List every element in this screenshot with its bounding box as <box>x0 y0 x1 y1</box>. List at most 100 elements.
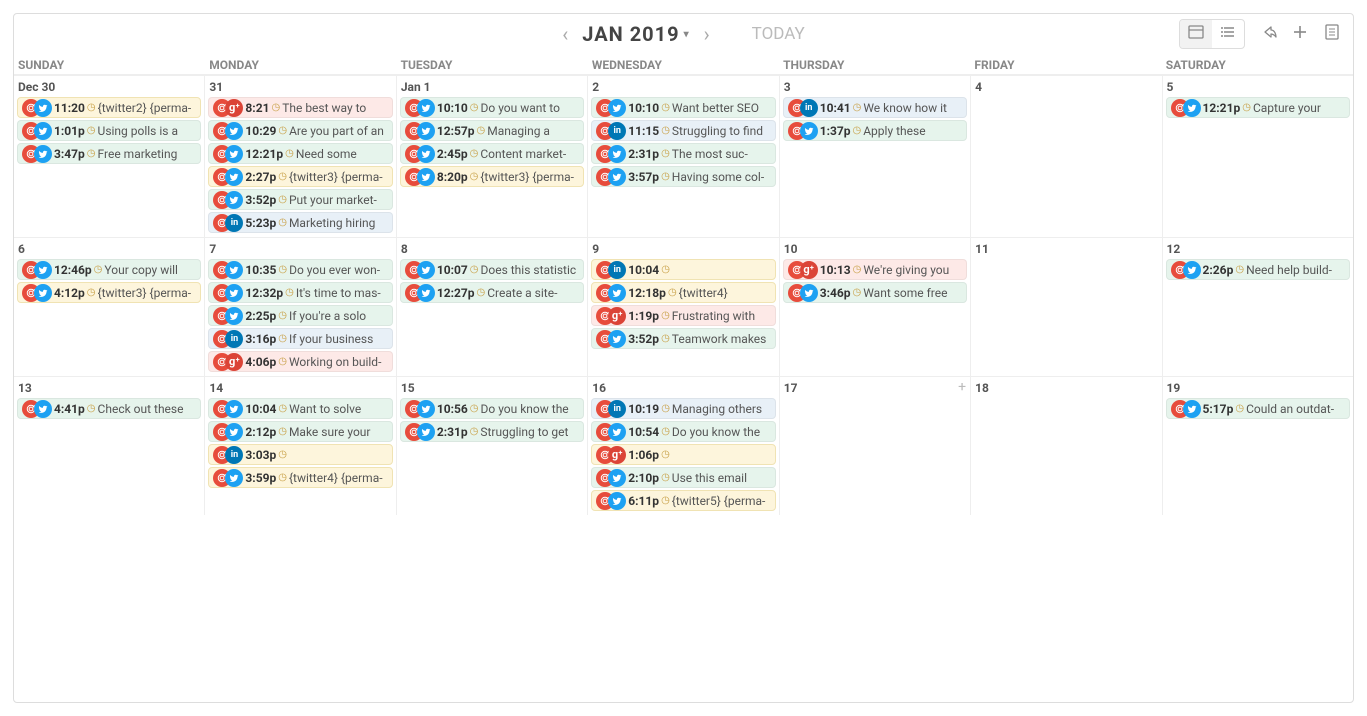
day-cell[interactable]: 9in10:04◷12:18p◷{twitter4}g⁺1:19p◷Frustr… <box>587 238 778 376</box>
calendar-event[interactable]: 10:10◷Do you want to <box>400 97 584 118</box>
event-title: Put your market- <box>289 193 388 207</box>
calendar-event[interactable]: 5:17p◷Could an outdat- <box>1166 398 1350 419</box>
event-title: Want to solve <box>289 402 388 416</box>
calendar-event[interactable]: 12:32p◷It's time to mas- <box>208 282 392 303</box>
clock-icon: ◷ <box>278 472 287 483</box>
clock-icon: ◷ <box>470 426 479 437</box>
day-cell[interactable]: 710:35◷Do you ever won-12:32p◷It's time … <box>204 238 395 376</box>
calendar-event[interactable]: 10:56◷Do you know the <box>400 398 584 419</box>
calendar-event[interactable]: 11:20◷{twitter2} {perma- <box>17 97 201 118</box>
day-cell[interactable]: 1510:56◷Do you know the2:31p◷Struggling … <box>396 377 587 515</box>
today-button[interactable]: TODAY <box>752 24 805 44</box>
day-cell[interactable]: 18 <box>970 377 1161 515</box>
calendar-event[interactable]: 2:10p◷Use this email <box>591 467 775 488</box>
calendar-event[interactable]: g⁺8:21◷The best way to <box>208 97 392 118</box>
twitter-icon <box>800 122 818 140</box>
calendar-event[interactable]: g⁺1:19p◷Frustrating with <box>591 305 775 326</box>
calendar-event[interactable]: 3:59p◷{twitter4} {perma- <box>208 467 392 488</box>
event-title: If your business <box>289 332 388 346</box>
calendar-event[interactable]: in11:15◷Struggling to find <box>591 120 775 141</box>
list-view-button[interactable] <box>1212 20 1244 48</box>
day-cell[interactable]: Jan 110:10◷Do you want to12:57p◷Managing… <box>396 76 587 237</box>
event-title: Content market- <box>480 147 579 161</box>
calendar-event[interactable]: 12:21p◷Need some <box>208 143 392 164</box>
day-cell[interactable]: 31g⁺8:21◷The best way to10:29◷Are you pa… <box>204 76 395 237</box>
calendar-event[interactable]: g⁺1:06p◷ <box>591 444 775 465</box>
calendar-event[interactable]: in5:23p◷Marketing hiring <box>208 212 392 233</box>
event-title: The best way to <box>282 101 388 115</box>
day-cell[interactable]: 17+ <box>779 377 970 515</box>
prev-month-button[interactable]: ‹ <box>562 22 568 46</box>
calendar-event[interactable]: 6:11p◷{twitter5} {perma- <box>591 490 775 511</box>
day-cell[interactable]: 134:41p◷Check out these <box>14 377 204 515</box>
event-icons <box>405 423 435 441</box>
calendar-event[interactable]: 10:07◷Does this statistic <box>400 259 584 280</box>
calendar-event[interactable]: 3:52p◷Put your market- <box>208 189 392 210</box>
add-event-icon[interactable]: + <box>958 379 966 395</box>
day-cell[interactable]: 3in10:41◷We know how it1:37p◷Apply these <box>779 76 970 237</box>
day-number: 8 <box>397 240 587 257</box>
doc-button[interactable] <box>1323 23 1341 46</box>
next-month-button[interactable]: › <box>704 22 710 46</box>
calendar-event[interactable]: 10:54◷Do you know the <box>591 421 775 442</box>
calendar-event[interactable]: 4:12p◷{twitter3} {perma- <box>17 282 201 303</box>
calendar-event[interactable]: 12:18p◷{twitter4} <box>591 282 775 303</box>
event-icons <box>1171 400 1201 418</box>
event-title: {twitter3} {perma- <box>289 170 388 184</box>
calendar-event[interactable]: in10:41◷We know how it <box>783 97 967 118</box>
day-cell[interactable]: 8 10:07◷Does this statistic12:27p◷Create … <box>396 238 587 376</box>
calendar-event[interactable]: in3:16p◷If your business <box>208 328 392 349</box>
day-cell[interactable]: 16in10:19◷Managing others10:54◷Do you kn… <box>587 377 778 515</box>
day-cell[interactable]: 512:21p◷Capture your <box>1162 76 1353 237</box>
clock-icon: ◷ <box>661 102 670 113</box>
calendar-event[interactable]: 1:37p◷Apply these <box>783 120 967 141</box>
calendar-event[interactable]: 3:46p◷Want some free <box>783 282 967 303</box>
calendar-event[interactable]: 2:31p◷The most suc- <box>591 143 775 164</box>
calendar-event[interactable]: 10:29◷Are you part of an <box>208 120 392 141</box>
day-cell[interactable]: 122:26p◷Need help build- <box>1162 238 1353 376</box>
calendar-event[interactable]: 3:52p◷Teamwork makes <box>591 328 775 349</box>
clock-icon: ◷ <box>87 148 96 159</box>
day-cell[interactable]: 210:10◷Want better SEOin11:15◷Struggling… <box>587 76 778 237</box>
month-picker[interactable]: JAN 2019 ▾ <box>582 22 689 46</box>
calendar-event[interactable]: 2:27p◷{twitter3} {perma- <box>208 166 392 187</box>
calendar-event[interactable]: 3:57p◷Having some col- <box>591 166 775 187</box>
day-cell[interactable]: 195:17p◷Could an outdat- <box>1162 377 1353 515</box>
calendar-event[interactable]: 10:35◷Do you ever won- <box>208 259 392 280</box>
calendar-event[interactable]: 12:21p◷Capture your <box>1166 97 1350 118</box>
day-cell[interactable]: Dec 3011:20◷{twitter2} {perma-1:01p◷Usin… <box>14 76 204 237</box>
day-cell[interactable]: 4 <box>970 76 1161 237</box>
calendar-event[interactable]: 1:01p◷Using polls is a <box>17 120 201 141</box>
calendar-event[interactable]: 4:41p◷Check out these <box>17 398 201 419</box>
calendar-event[interactable]: 10:04◷Want to solve <box>208 398 392 419</box>
event-icons <box>788 284 818 302</box>
calendar-event[interactable]: 8:20p◷{twitter3} {perma- <box>400 166 584 187</box>
calendar-event[interactable]: g⁺4:06p◷Working on build- <box>208 351 392 372</box>
event-time: 11:20 <box>54 101 85 115</box>
calendar-event[interactable]: 12:27p◷Create a site- <box>400 282 584 303</box>
calendar-event[interactable]: 2:31p◷Struggling to get <box>400 421 584 442</box>
day-cell[interactable]: 612:46p◷Your copy will4:12p◷{twitter3} {… <box>14 238 204 376</box>
calendar-event[interactable]: in10:04◷ <box>591 259 775 280</box>
calendar-event[interactable]: 2:25p◷If you're a solo <box>208 305 392 326</box>
day-cell[interactable]: 11 <box>970 238 1161 376</box>
event-title: It's time to mas- <box>296 286 388 300</box>
share-button[interactable] <box>1259 23 1277 46</box>
calendar-event[interactable]: 2:12p◷Make sure your <box>208 421 392 442</box>
calendar-view-button[interactable] <box>1180 20 1212 48</box>
calendar-event[interactable]: g⁺10:13◷We're giving you <box>783 259 967 280</box>
day-cell[interactable]: 1410:04◷Want to solve2:12p◷Make sure you… <box>204 377 395 515</box>
day-cell[interactable]: 10g⁺10:13◷We're giving you3:46p◷Want som… <box>779 238 970 376</box>
twitter-icon <box>225 284 243 302</box>
calendar-event[interactable]: 12:46p◷Your copy will <box>17 259 201 280</box>
twitter-icon <box>608 492 626 510</box>
calendar-event[interactable]: 2:45p◷Content market- <box>400 143 584 164</box>
calendar-event[interactable]: in3:03p◷ <box>208 444 392 465</box>
calendar-event[interactable]: 12:57p◷Managing a <box>400 120 584 141</box>
calendar-event[interactable]: 3:47p◷Free marketing <box>17 143 201 164</box>
clock-icon: ◷ <box>278 333 287 344</box>
add-button[interactable] <box>1291 23 1309 46</box>
calendar-event[interactable]: in10:19◷Managing others <box>591 398 775 419</box>
calendar-event[interactable]: 2:26p◷Need help build- <box>1166 259 1350 280</box>
calendar-event[interactable]: 10:10◷Want better SEO <box>591 97 775 118</box>
